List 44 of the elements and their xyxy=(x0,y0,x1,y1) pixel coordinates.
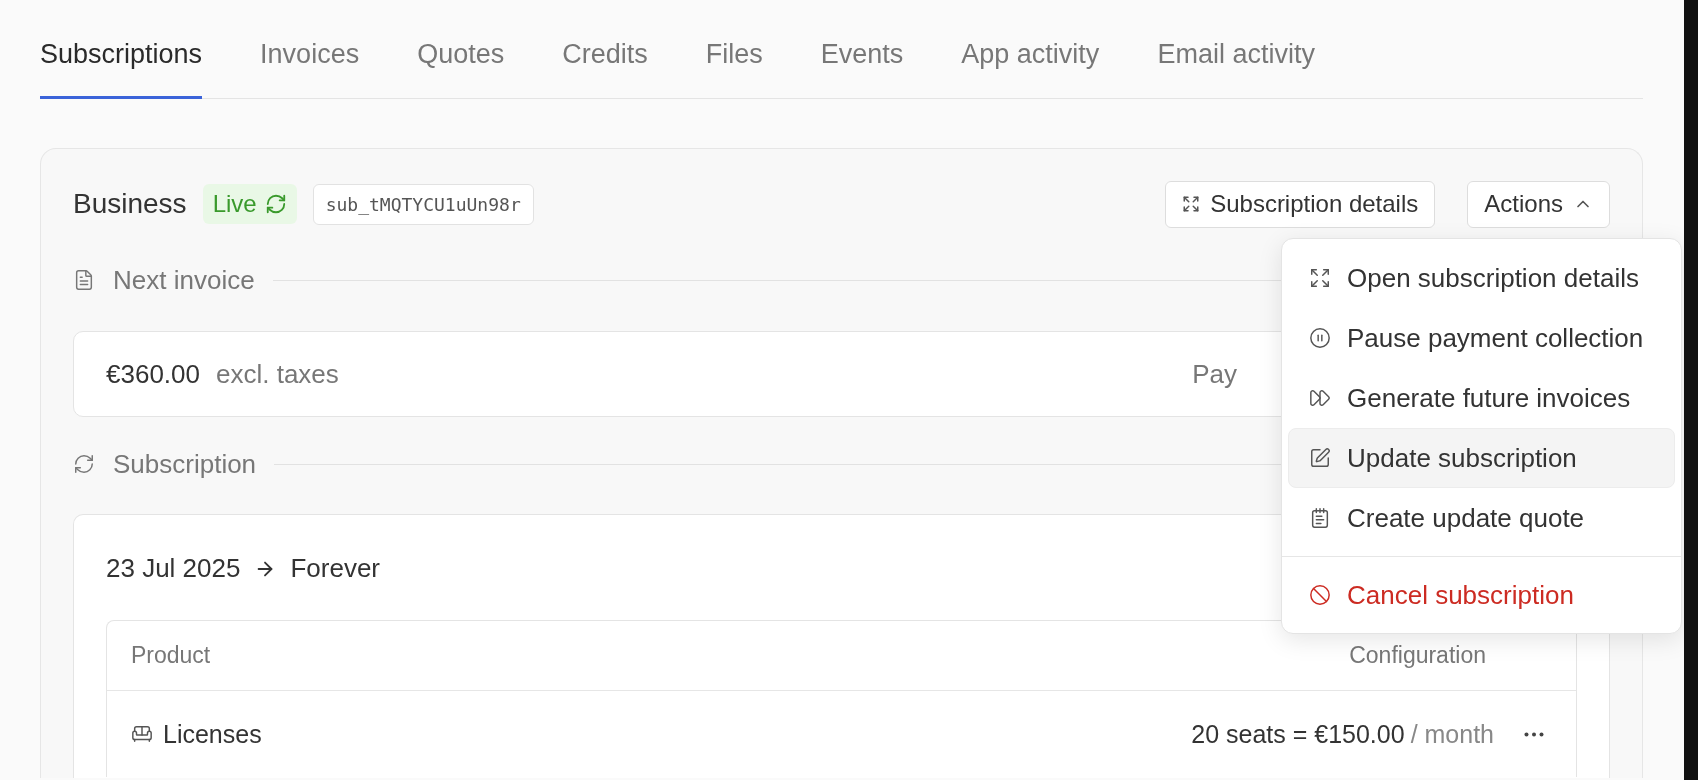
ban-icon xyxy=(1309,584,1331,606)
section-heading: Subscription xyxy=(113,448,257,480)
tax-note: excl. taxes xyxy=(216,358,339,390)
menu-item[interactable]: Open subscription details xyxy=(1288,248,1675,308)
plan-name: Business xyxy=(73,188,187,220)
fast-forward-icon xyxy=(1309,387,1331,409)
refresh-icon xyxy=(73,453,95,475)
tab[interactable]: Files xyxy=(705,39,763,99)
notepad-icon xyxy=(1309,507,1331,529)
menu-item[interactable]: Create update quote xyxy=(1288,488,1675,548)
status-badge: Live xyxy=(202,184,297,224)
tab[interactable]: App activity xyxy=(961,39,1100,99)
expand-icon xyxy=(1309,267,1331,289)
refresh-icon xyxy=(264,193,287,215)
menu-item[interactable]: Pause payment collection xyxy=(1288,308,1675,368)
pause-icon xyxy=(1309,327,1331,349)
tab[interactable]: Credits xyxy=(562,39,648,99)
expand-icon xyxy=(1182,195,1201,213)
more-button[interactable] xyxy=(1524,731,1544,737)
tab[interactable]: Email activity xyxy=(1157,39,1315,99)
menu-item[interactable]: Update subscription xyxy=(1288,428,1675,488)
start-date: 23 Jul 2025 xyxy=(106,553,241,584)
column-header: Configuration xyxy=(1349,642,1486,669)
billing-period: / month xyxy=(1410,719,1494,749)
menu-item[interactable]: Cancel subscription xyxy=(1288,565,1675,625)
tab[interactable]: Events xyxy=(820,39,904,99)
actions-button[interactable]: Actions xyxy=(1467,180,1610,228)
tab[interactable]: Quotes xyxy=(417,39,505,99)
subscription-id: sub_tMQTYCU1uUn98r xyxy=(312,183,534,225)
product-name: Licenses xyxy=(163,719,262,749)
subscription-details-button[interactable]: Subscription details xyxy=(1165,180,1436,228)
sofa-icon xyxy=(131,723,153,745)
section-heading: Next invoice xyxy=(113,264,255,296)
column-header: Product xyxy=(131,642,211,669)
invoice-amount: €360.00 xyxy=(106,358,200,390)
edit-icon xyxy=(1309,447,1331,469)
invoice-label: Pay xyxy=(1192,358,1237,390)
end-date: Forever xyxy=(290,553,381,584)
document-icon xyxy=(73,269,95,291)
tab[interactable]: Subscriptions xyxy=(40,39,203,99)
tab[interactable]: Invoices xyxy=(260,39,360,99)
quantity-price: 20 seats = €150.00 xyxy=(1191,719,1405,749)
menu-item[interactable]: Generate future invoices xyxy=(1288,368,1675,428)
more-icon xyxy=(1524,731,1544,737)
